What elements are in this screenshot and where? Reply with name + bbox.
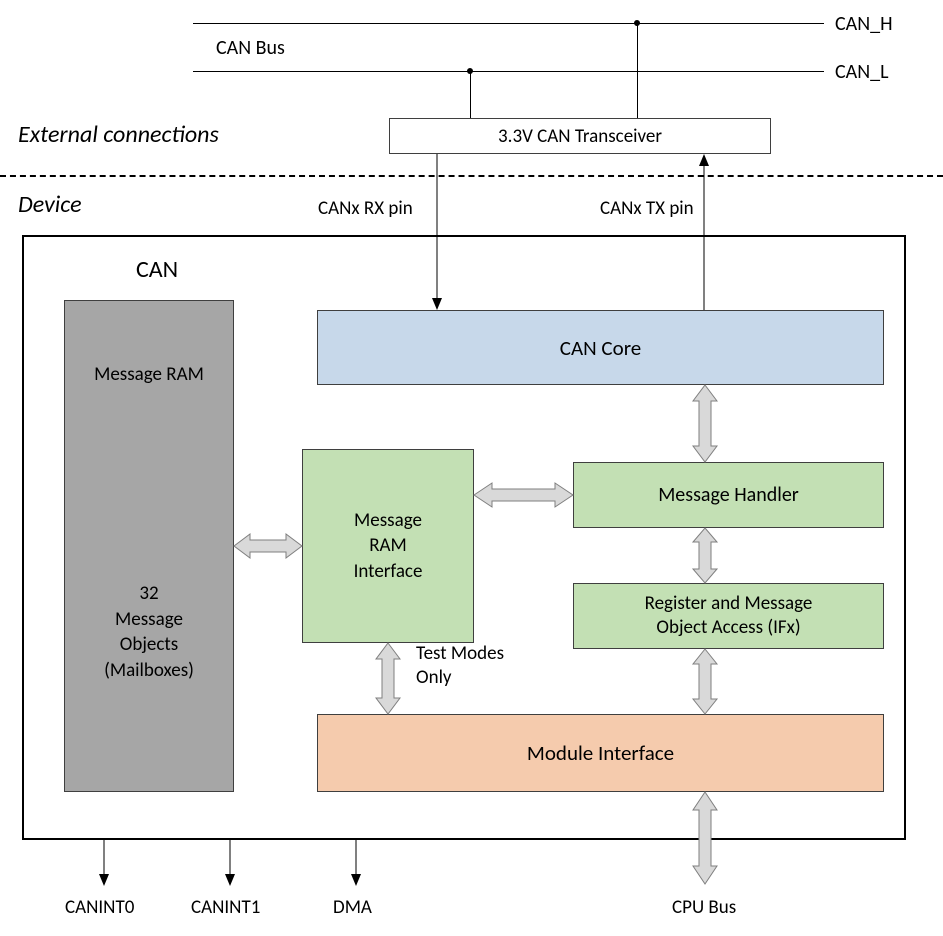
can-core-box: CAN Core [317, 310, 884, 385]
arrow-dma [348, 840, 364, 886]
message-ram-body: 32 Message Objects (Mailboxes) [65, 581, 233, 684]
arrow-ramif-module [370, 643, 406, 714]
msg-handler-label: Message Handler [658, 483, 799, 507]
arrow-ram-ramif [234, 528, 302, 564]
can-l-label: CAN_L [835, 60, 889, 84]
device-label: Device [18, 190, 82, 219]
transceiver-label: 3.3V CAN Transceiver [498, 125, 662, 148]
can-h-line [193, 23, 824, 24]
canint0-label: CANINT0 [65, 896, 134, 919]
message-ram-title: Message RAM [65, 363, 233, 386]
can-core-label: CAN Core [560, 335, 641, 361]
module-if-box: Module Interface [317, 714, 884, 792]
arrow-core-handler [687, 385, 723, 462]
arrow-handler-reg [687, 528, 723, 583]
dot-h [634, 20, 640, 26]
separator-dashed [0, 175, 943, 177]
cpu-bus-label: CPU Bus [672, 896, 736, 919]
can-l-line [193, 71, 824, 72]
can-h-label: CAN_H [835, 12, 893, 36]
arrow-canint1 [222, 840, 238, 886]
msg-handler-box: Message Handler [573, 462, 884, 528]
arrow-canint0 [96, 840, 112, 886]
arrow-reg-module [687, 649, 723, 714]
test-modes-label: Test Modes Only [416, 642, 504, 690]
message-ram-box: Message RAM 32 Message Objects (Mailboxe… [64, 300, 234, 792]
msg-ram-if-box: Message RAM Interface [302, 449, 474, 643]
reg-access-label: Register and Message Object Access (IFx) [645, 592, 813, 640]
module-if-label: Module Interface [527, 740, 674, 766]
diagram-stage: CAN Bus CAN_H CAN_L 3.3V CAN Transceiver… [0, 0, 943, 936]
tap-h [637, 23, 638, 118]
external-label: External connections [18, 120, 219, 149]
tap-l [470, 71, 471, 118]
msg-ram-if-label: Message RAM Interface [354, 508, 423, 585]
rx-pin-label: CANx RX pin [318, 197, 413, 220]
transceiver-box: 3.3V CAN Transceiver [389, 118, 771, 154]
dma-label: DMA [333, 896, 372, 919]
arrow-ramif-handler [474, 477, 573, 513]
reg-access-box: Register and Message Object Access (IFx) [573, 583, 884, 649]
dot-l [467, 68, 473, 74]
tx-pin-label: CANx TX pin [600, 197, 694, 220]
can-title: CAN [136, 255, 178, 284]
can-bus-label: CAN Bus [216, 36, 285, 60]
arrow-module-cpu [687, 792, 723, 884]
canint1-label: CANINT1 [191, 896, 260, 919]
